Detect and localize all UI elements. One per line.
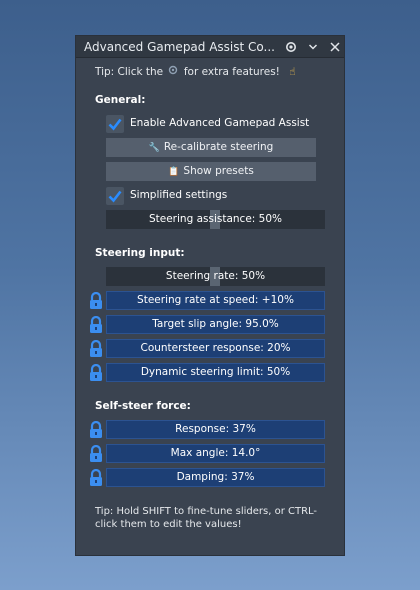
chevron-down-icon[interactable] <box>304 38 322 56</box>
self-steer-response-value: Response: 37% <box>175 423 256 435</box>
lock-icon <box>88 468 104 487</box>
gear-icon[interactable] <box>282 38 300 56</box>
tip-bottom: Tip: Hold SHIFT to fine-tune sliders, or… <box>95 506 318 530</box>
pointing-hand-icon: ☝ <box>289 66 296 78</box>
clipboard-icon: 📋 <box>168 167 180 177</box>
section-general-heading: General: <box>95 94 146 106</box>
checkmark-icon <box>108 190 122 203</box>
max-angle-slider[interactable]: Max angle: 14.0° <box>106 444 325 463</box>
tip-top-text-end: for extra features! <box>183 66 280 78</box>
enable-assist-checkbox[interactable] <box>106 115 124 133</box>
max-angle-value: Max angle: 14.0° <box>170 447 261 459</box>
section-steering-input-heading: Steering input: <box>95 247 185 259</box>
lock-icon <box>88 315 104 334</box>
self-steer-response-slider[interactable]: Response: 37% <box>106 420 325 439</box>
damping-slider[interactable]: Damping: 37% <box>106 468 325 487</box>
checkmark-icon <box>108 118 122 131</box>
tip-top: Tip: Click the for extra features! ☝ <box>95 65 298 78</box>
settings-window: Advanced Gamepad Assist Co... Tip: Click… <box>75 35 345 556</box>
steering-assistance-value: Steering assistance: 50% <box>148 213 282 225</box>
close-icon[interactable] <box>326 38 344 56</box>
lock-icon <box>88 444 104 463</box>
steering-assistance-slider[interactable]: Steering assistance: 50% <box>106 210 325 229</box>
wrench-icon: 🔧 <box>148 143 160 153</box>
enable-assist-label: Enable Advanced Gamepad Assist <box>130 117 310 129</box>
tip-top-text-start: Tip: Click the <box>95 66 164 78</box>
steering-rate-at-speed-slider[interactable]: Steering rate at speed: +10% <box>106 291 325 310</box>
window-title: Advanced Gamepad Assist Co... <box>84 40 274 54</box>
lock-icon <box>88 363 104 382</box>
simplified-settings-checkbox[interactable] <box>106 187 124 205</box>
show-presets-label: Show presets <box>183 165 254 177</box>
countersteer-response-slider[interactable]: Countersteer response: 20% <box>106 339 325 358</box>
steering-rate-at-speed-value: Steering rate at speed: +10% <box>137 294 294 306</box>
damping-value: Damping: 37% <box>176 471 255 483</box>
simplified-settings-label: Simplified settings <box>130 189 228 201</box>
countersteer-response-value: Countersteer response: 20% <box>140 342 291 354</box>
recalibrate-label: Re-calibrate steering <box>163 141 274 153</box>
steering-rate-value: Steering rate: 50% <box>165 270 266 282</box>
lock-icon <box>88 291 104 310</box>
recalibrate-button[interactable]: 🔧 Re-calibrate steering <box>106 138 316 157</box>
section-self-steer-heading: Self-steer force: <box>95 400 191 412</box>
show-presets-button[interactable]: 📋 Show presets <box>106 162 316 181</box>
gear-icon <box>168 65 178 78</box>
title-bar[interactable]: Advanced Gamepad Assist Co... <box>76 36 344 58</box>
target-slip-angle-slider[interactable]: Target slip angle: 95.0% <box>106 315 325 334</box>
lock-icon <box>88 339 104 358</box>
simplified-settings-checkbox-row[interactable]: Simplified settings <box>106 187 336 205</box>
target-slip-angle-value: Target slip angle: 95.0% <box>152 318 279 330</box>
steering-rate-slider[interactable]: Steering rate: 50% <box>106 267 325 286</box>
dynamic-steering-limit-value: Dynamic steering limit: 50% <box>140 366 291 378</box>
dynamic-steering-limit-slider[interactable]: Dynamic steering limit: 50% <box>106 363 325 382</box>
lock-icon <box>88 420 104 439</box>
enable-assist-checkbox-row[interactable]: Enable Advanced Gamepad Assist <box>106 115 336 133</box>
